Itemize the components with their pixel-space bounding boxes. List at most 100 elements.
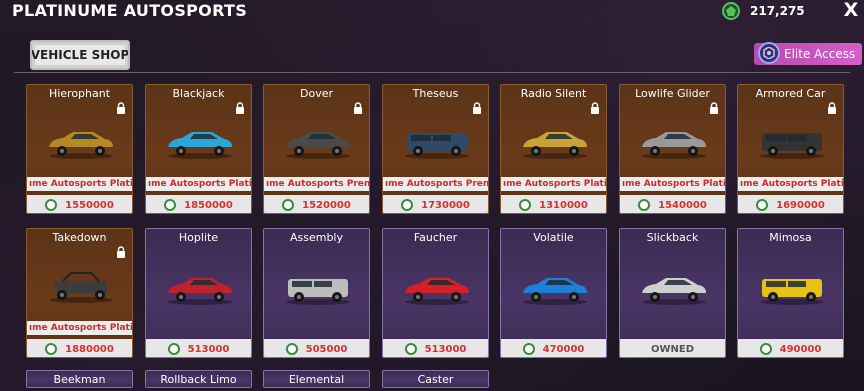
currency-display: 217,275 — [722, 2, 805, 20]
currency-icon — [164, 199, 177, 211]
vehicle-card[interactable]: Mimosa 490000 — [737, 228, 844, 358]
price-value: 513000 — [187, 343, 230, 355]
price-bar[interactable]: 1520000 — [264, 195, 369, 213]
vehicle-card[interactable]: Beekman — [26, 370, 133, 388]
vehicle-image — [760, 279, 824, 305]
vehicle-name: Hoplite — [178, 231, 219, 244]
vehicle-card[interactable]: Elemental — [263, 370, 370, 388]
vehicle-name: Armored Car — [755, 87, 826, 100]
currency-icon — [167, 343, 180, 355]
vehicle-name: Slickback — [646, 231, 699, 244]
vehicle-name: Beekman — [53, 373, 106, 386]
vehicle-image — [168, 132, 232, 159]
vehicle-name: Elemental — [288, 373, 345, 386]
price-value: 490000 — [779, 343, 822, 355]
vehicle-name: Lowlife Glider — [635, 87, 710, 100]
owned-label: OWNED — [650, 343, 695, 355]
dealer-ribbon: ıme Autosports Plati — [27, 177, 132, 191]
dealer-ribbon: ıme Autosports Plati — [146, 177, 251, 191]
vehicle-image — [168, 278, 232, 305]
vehicle-card[interactable]: Blackjack ıme Autosports Plati 1850000 — [145, 84, 252, 214]
price-value: 1730000 — [421, 199, 470, 211]
vehicle-name: Radio Silent — [520, 87, 587, 100]
price-bar[interactable]: 1690000 — [738, 195, 843, 213]
close-icon: X — [843, 0, 859, 21]
vehicle-name: Volatile — [533, 231, 574, 244]
vehicle-card[interactable]: Slickback OWNED — [619, 228, 726, 358]
dealer-ribbon: ıme Autosports Pren — [383, 177, 488, 191]
vehicle-card[interactable]: Rollback Limo — [145, 370, 252, 388]
dealer-ribbon: ıme Autosports Plati — [620, 177, 725, 191]
vehicle-card[interactable]: Dover ıme Autosports Pren 1520000 — [263, 84, 370, 214]
currency-icon — [45, 199, 58, 211]
vehicle-image — [286, 132, 350, 159]
top-bar: PLATINUME AUTOSPORTS 217,275 X — [0, 0, 864, 22]
elite-access-button[interactable]: Elite Access — [754, 42, 862, 65]
price-bar[interactable]: 513000 — [383, 339, 488, 357]
currency-icon — [722, 2, 740, 20]
price-value: 1690000 — [776, 199, 825, 211]
vehicle-image — [523, 278, 587, 305]
dealer-ribbon: ıme Autosports Pren — [264, 177, 369, 191]
price-value: 1550000 — [65, 199, 114, 211]
price-value: 1850000 — [184, 199, 233, 211]
vehicle-card[interactable]: Hierophant ıme Autosports Plati 1550000 — [26, 84, 133, 214]
dealer-ribbon: ıme Autosports Plati — [27, 321, 132, 335]
vehicle-card[interactable]: Volatile 470000 — [500, 228, 607, 358]
price-bar[interactable]: 513000 — [146, 339, 251, 357]
lock-icon — [473, 102, 481, 114]
tab-vehicle-shop[interactable]: VEHICLE SHOP — [30, 40, 130, 70]
vehicle-card[interactable]: Assembly 505000 — [263, 228, 370, 358]
vehicle-image — [405, 133, 469, 159]
vehicle-image — [49, 272, 113, 303]
vehicle-name: Faucher — [413, 231, 458, 244]
price-bar[interactable]: 1550000 — [27, 195, 132, 213]
vehicle-name: Rollback Limo — [160, 373, 237, 386]
lock-icon — [591, 102, 599, 114]
vehicle-image — [760, 133, 824, 159]
vehicle-card[interactable]: Hoplite 513000 — [145, 228, 252, 358]
price-value: 470000 — [542, 343, 585, 355]
vehicle-card[interactable]: Theseus ıme Autosports Pren 1730000 — [382, 84, 489, 214]
price-bar[interactable]: 1540000 — [620, 195, 725, 213]
vehicle-name: Assembly — [289, 231, 344, 244]
close-button[interactable]: X — [840, 0, 862, 20]
lock-icon — [117, 246, 125, 258]
price-bar[interactable]: 490000 — [738, 339, 843, 357]
vehicle-image — [405, 278, 469, 305]
price-value: 1880000 — [65, 343, 114, 355]
price-bar[interactable]: 505000 — [264, 339, 369, 357]
price-value: 1520000 — [302, 199, 351, 211]
lock-icon — [710, 102, 718, 114]
vehicle-image — [286, 279, 350, 305]
vehicle-name: Caster — [417, 373, 454, 386]
price-bar[interactable]: 1880000 — [27, 339, 132, 357]
currency-icon — [519, 199, 532, 211]
vehicle-card[interactable]: Faucher 513000 — [382, 228, 489, 358]
dealer-ribbon: ıme Autosports Plati — [501, 177, 606, 191]
vehicle-image — [49, 132, 113, 159]
vehicle-card[interactable]: Lowlife Glider ıme Autosports Plati 15400… — [619, 84, 726, 214]
vehicle-name: Hierophant — [48, 87, 111, 100]
currency-icon — [638, 199, 651, 211]
currency-icon — [522, 343, 535, 355]
currency-amount: 217,275 — [750, 4, 805, 18]
page-title: PLATINUME AUTOSPORTS — [12, 1, 248, 20]
vehicle-card[interactable]: Armored Car ıme Autosports Plati 1690000 — [737, 84, 844, 214]
elite-badge-icon — [758, 42, 780, 64]
price-bar[interactable]: 1310000 — [501, 195, 606, 213]
vehicle-card[interactable]: Radio Silent ıme Autosports Plati 1310000 — [500, 84, 607, 214]
dealer-ribbon: ıme Autosports Plati — [738, 177, 843, 191]
owned-badge[interactable]: OWNED — [620, 339, 725, 357]
currency-icon — [401, 199, 414, 211]
vehicle-image — [642, 278, 706, 305]
price-value: 1310000 — [539, 199, 588, 211]
currency-icon — [404, 343, 417, 355]
price-bar[interactable]: 1730000 — [383, 195, 488, 213]
price-bar[interactable]: 470000 — [501, 339, 606, 357]
vehicle-card[interactable]: Takedown ıme Autosports Plati 1880000 — [26, 228, 133, 358]
elite-access-label: Elite Access — [784, 47, 856, 61]
lock-icon — [117, 102, 125, 114]
vehicle-card[interactable]: Caster — [382, 370, 489, 388]
price-bar[interactable]: 1850000 — [146, 195, 251, 213]
